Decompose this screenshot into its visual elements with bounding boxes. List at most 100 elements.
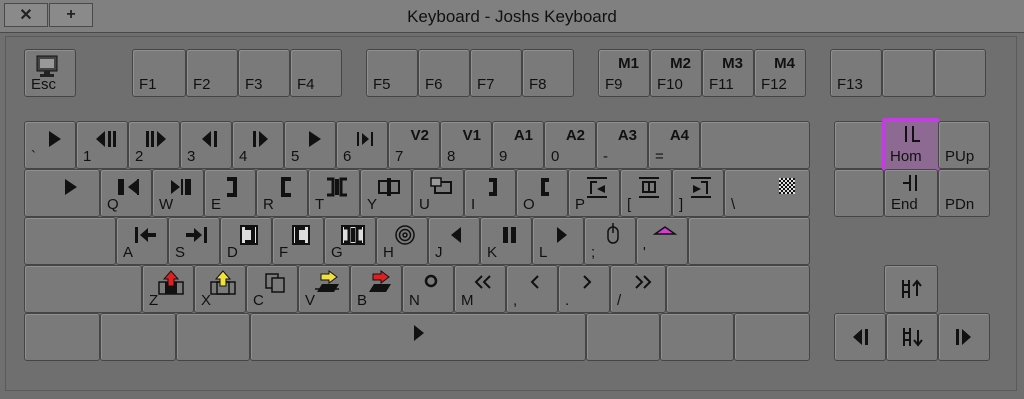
key-delete[interactable]	[834, 169, 884, 217]
key-d[interactable]: D	[220, 217, 272, 265]
key-2[interactable]: 2	[128, 121, 180, 169]
key-shift-right[interactable]	[666, 265, 810, 313]
key-slash[interactable]: /	[610, 265, 666, 313]
key-label: F2	[193, 76, 211, 93]
key-f13[interactable]: F13	[830, 49, 882, 97]
key-arrow-down[interactable]	[886, 313, 938, 361]
key-label: 6	[343, 148, 352, 165]
key-m[interactable]: M	[454, 265, 506, 313]
key-e[interactable]: E	[204, 169, 256, 217]
key-x[interactable]: X	[194, 265, 246, 313]
key-command-left[interactable]	[176, 313, 250, 361]
key-5[interactable]: 5	[284, 121, 336, 169]
key-8[interactable]: V1 8	[440, 121, 492, 169]
close-button[interactable]: ✕	[4, 3, 48, 27]
key-i[interactable]: I	[464, 169, 516, 217]
key-rbracket[interactable]: ]	[672, 169, 724, 217]
key-z[interactable]: Z	[142, 265, 194, 313]
key-f11[interactable]: M3 F11	[702, 49, 754, 97]
key-label: '	[643, 244, 646, 261]
key-label: PUp	[945, 148, 975, 165]
key-f10[interactable]: M2 F10	[650, 49, 702, 97]
key-page-down[interactable]: PDn	[938, 169, 990, 217]
key-control[interactable]	[24, 313, 100, 361]
key-j[interactable]: J	[428, 217, 480, 265]
key-arrow-left[interactable]	[834, 313, 886, 361]
key-option-right[interactable]	[660, 313, 734, 361]
key-n[interactable]: N	[402, 265, 454, 313]
key-f8[interactable]: F8	[522, 49, 574, 97]
go-to-next-edit-icon	[186, 227, 207, 243]
key-backslash[interactable]: \	[724, 169, 810, 217]
key-esc[interactable]: Esc	[24, 49, 76, 97]
key-h[interactable]: H	[376, 217, 428, 265]
key-a[interactable]: A	[116, 217, 168, 265]
key-f9[interactable]: M1 F9	[598, 49, 650, 97]
key-9[interactable]: A1 9	[492, 121, 544, 169]
key-v[interactable]: V	[298, 265, 350, 313]
key-shift-left[interactable]	[24, 265, 142, 313]
key-k[interactable]: K	[480, 217, 532, 265]
key-f7[interactable]: F7	[470, 49, 522, 97]
key-capslock[interactable]	[24, 217, 116, 265]
key-arrow-up[interactable]	[884, 265, 938, 313]
key-f3[interactable]: F3	[238, 49, 290, 97]
key-top-label: M2	[670, 55, 691, 72]
key-home[interactable]: Hom	[882, 118, 940, 172]
key-1[interactable]: 1	[76, 121, 128, 169]
key-3[interactable]: 3	[180, 121, 232, 169]
key-insert[interactable]	[834, 121, 884, 169]
key-semicolon[interactable]: ;	[584, 217, 636, 265]
key-w[interactable]: W	[152, 169, 204, 217]
key-label: C	[253, 292, 264, 309]
key-f15[interactable]	[934, 49, 986, 97]
key-4[interactable]: 4	[232, 121, 284, 169]
key-end[interactable]: End	[884, 169, 938, 217]
key-lbracket[interactable]: [	[620, 169, 672, 217]
key-u[interactable]: U	[412, 169, 464, 217]
mark-out-icon	[541, 178, 549, 196]
add-tab-button[interactable]: +	[49, 3, 93, 27]
key-control-right[interactable]	[734, 313, 810, 361]
key-f5[interactable]: F5	[366, 49, 418, 97]
key-b[interactable]: B	[350, 265, 402, 313]
key-space[interactable]	[250, 313, 586, 361]
key-6[interactable]: 6	[336, 121, 388, 169]
key-f2[interactable]: F2	[186, 49, 238, 97]
key-f1[interactable]: F1	[132, 49, 186, 97]
key-enter[interactable]	[688, 217, 810, 265]
key-o[interactable]: O	[516, 169, 568, 217]
key-label: ]	[679, 196, 684, 213]
key-backspace[interactable]	[700, 121, 810, 169]
key-0[interactable]: A2 0	[544, 121, 596, 169]
key-l[interactable]: L	[532, 217, 584, 265]
key-quote[interactable]: '	[636, 217, 688, 265]
key-comma[interactable]: ,	[506, 265, 558, 313]
key-period[interactable]: .	[558, 265, 610, 313]
key-f4[interactable]: F4	[290, 49, 342, 97]
key-command-right[interactable]	[586, 313, 660, 361]
key-7[interactable]: V2 7	[388, 121, 440, 169]
key-y[interactable]: Y	[360, 169, 412, 217]
key-option[interactable]	[100, 313, 176, 361]
clear-both-marks-icon	[639, 177, 659, 198]
key-f[interactable]: F	[272, 217, 324, 265]
key-f14[interactable]	[882, 49, 934, 97]
key-p[interactable]: P	[568, 169, 620, 217]
key-f6[interactable]: F6	[418, 49, 470, 97]
key-arrow-right[interactable]	[938, 313, 990, 361]
key-equal[interactable]: A4 =	[648, 121, 700, 169]
key-page-up[interactable]: PUp	[938, 121, 990, 169]
key-label: V	[305, 292, 316, 309]
key-f12[interactable]: M4 F12	[754, 49, 806, 97]
key-backtick[interactable]: `	[24, 121, 76, 169]
key-q[interactable]: Q	[100, 169, 152, 217]
key-tab[interactable]	[24, 169, 100, 217]
key-minus[interactable]: A3-	[596, 121, 648, 169]
key-g[interactable]: G	[324, 217, 376, 265]
key-s[interactable]: S	[168, 217, 220, 265]
key-label: Y	[367, 196, 378, 213]
key-r[interactable]: R	[256, 169, 308, 217]
key-c[interactable]: C	[246, 265, 298, 313]
key-t[interactable]: T	[308, 169, 360, 217]
